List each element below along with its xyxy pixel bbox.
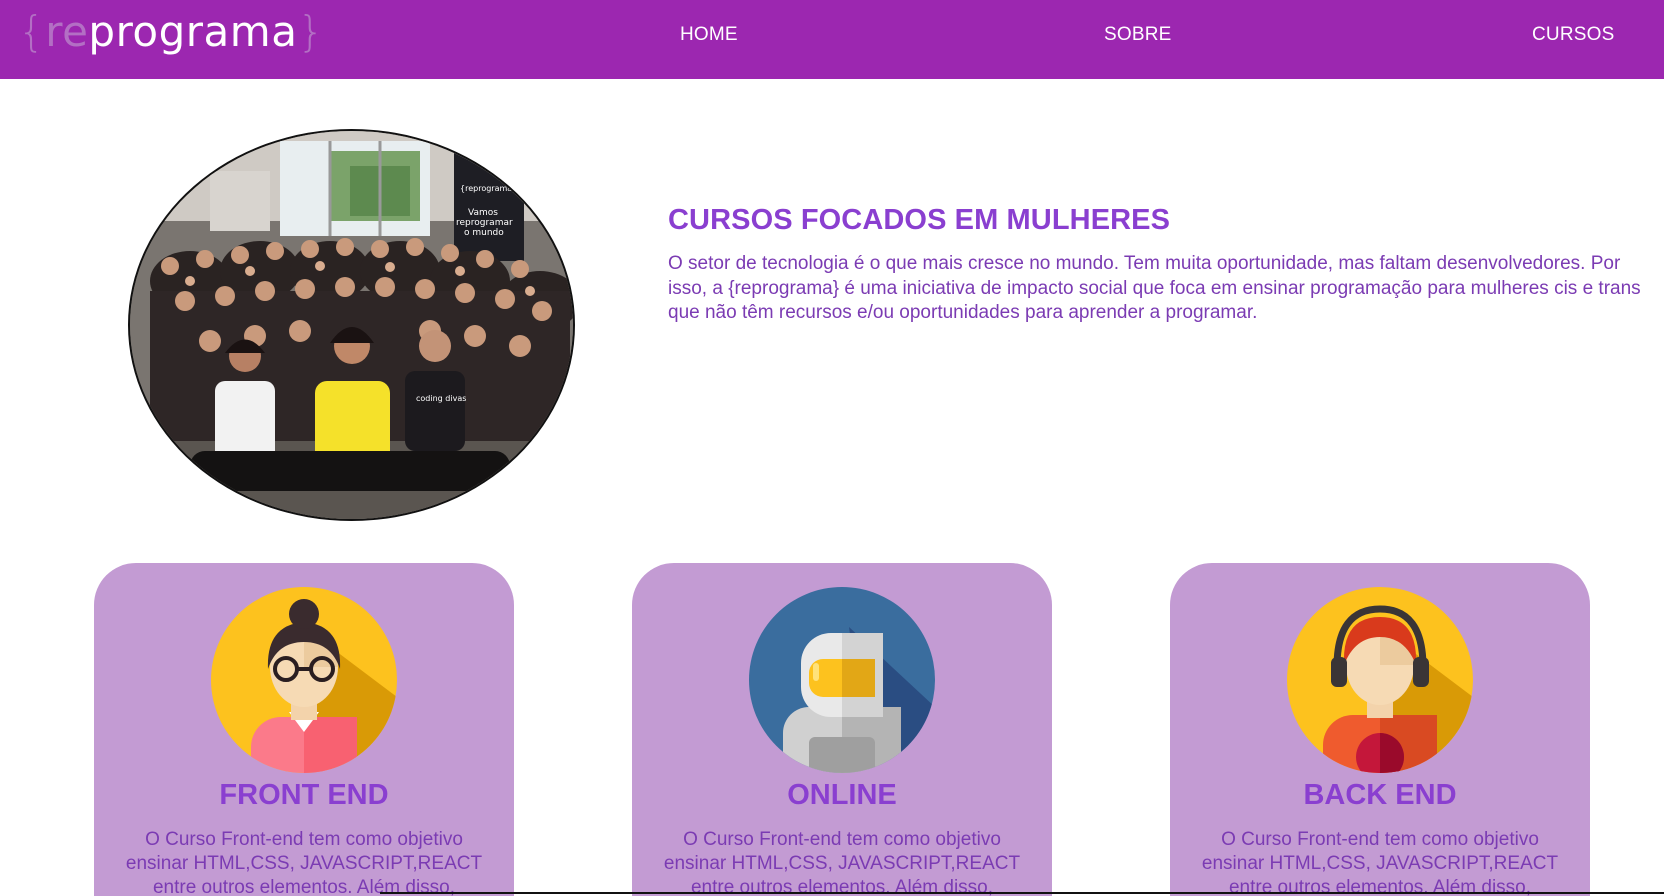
nav-link-sobre[interactable]: SOBRE xyxy=(1104,24,1172,46)
banner-line3-text: o mundo xyxy=(464,228,504,238)
course-card-title: ONLINE xyxy=(787,779,897,811)
astronaut-avatar-icon xyxy=(749,587,935,773)
course-card-description: O Curso Front-end tem como objetivo ensi… xyxy=(125,829,483,896)
reprograma-logo[interactable]: {reprograma} xyxy=(18,6,325,58)
hero-description: O setor de tecnologia é o que mais cresc… xyxy=(668,253,1641,323)
hero-title: CURSOS FOCADOS EM MULHERES xyxy=(668,204,1171,236)
course-card-description: O Curso Front-end tem como objetivo ensi… xyxy=(663,829,1021,896)
logo-brace-open: { xyxy=(18,7,46,56)
course-card-title: BACK END xyxy=(1303,779,1457,811)
logo-brace-close: } xyxy=(297,7,325,56)
logo-word: programa xyxy=(88,7,298,56)
banner-line2-text: reprogramar xyxy=(456,218,513,228)
bottom-divider xyxy=(380,892,1664,894)
course-card-description: O Curso Front-end tem como objetivo ensi… xyxy=(1201,829,1559,896)
course-card-front-end[interactable]: FRONT END O Curso Front-end tem como obj… xyxy=(94,563,514,896)
woman-avatar-icon xyxy=(211,587,397,773)
shirt-text: coding divas xyxy=(416,394,466,403)
banner-brand-text: {reprograma} xyxy=(460,184,517,193)
nav-link-cursos[interactable]: CURSOS xyxy=(1532,24,1615,46)
course-card-back-end[interactable]: BACK END O Curso Front-end tem como obje… xyxy=(1170,563,1590,896)
hero-group-photo: {reprograma} Vamos reprogramar o mundo c… xyxy=(128,129,575,521)
headset-avatar-icon xyxy=(1287,587,1473,773)
course-card-online[interactable]: ONLINE O Curso Front-end tem como objeti… xyxy=(632,563,1052,896)
course-card-title: FRONT END xyxy=(219,779,389,811)
banner-line1-text: Vamos xyxy=(468,208,498,218)
logo-re: re xyxy=(45,7,89,56)
group-photo-illustration: {reprograma} Vamos reprogramar o mundo c… xyxy=(130,131,573,519)
navbar: {reprograma} HOME SOBRE CURSOS xyxy=(0,0,1664,79)
nav-link-home[interactable]: HOME xyxy=(680,24,738,46)
